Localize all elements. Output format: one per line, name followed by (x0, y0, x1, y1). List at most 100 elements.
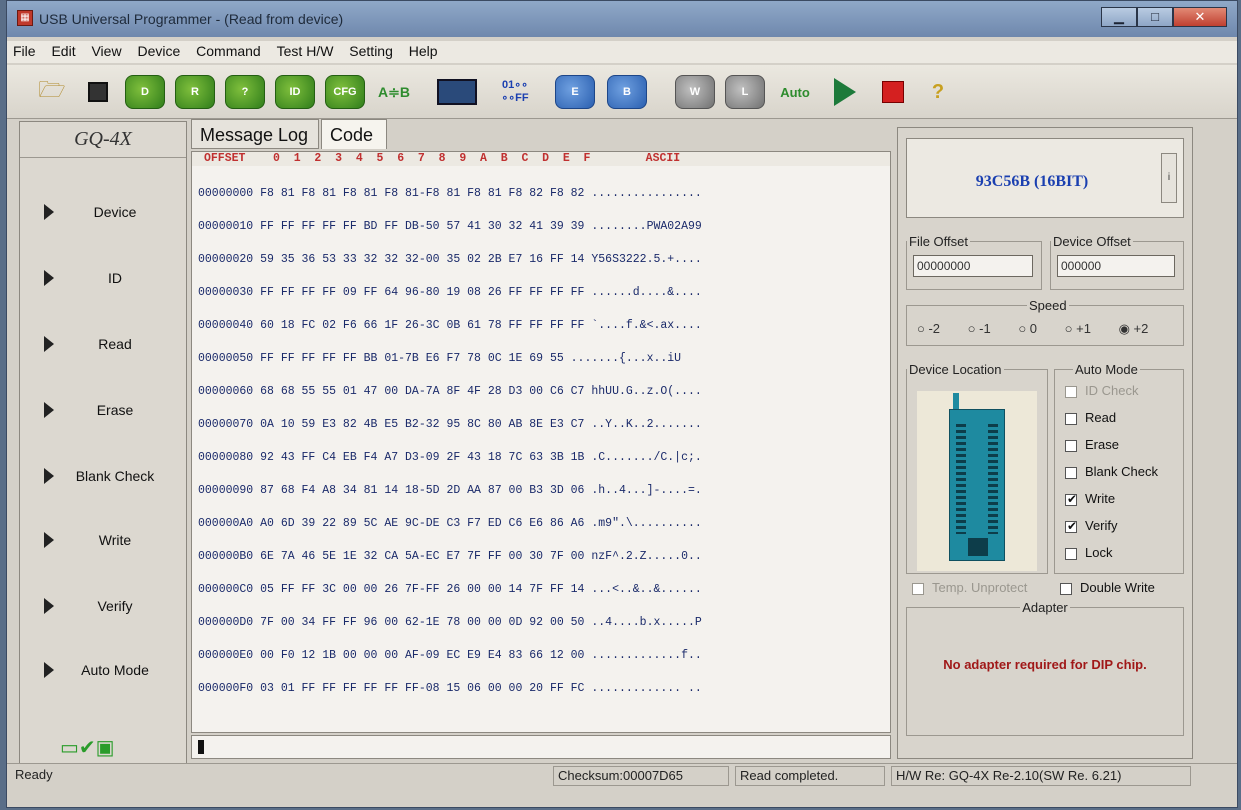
auto-erase-checkbox[interactable]: Erase (1065, 437, 1119, 452)
speed-options: ○ -2 ○ -1 ○ 0 ○ +1 ◉ +2 (917, 321, 1172, 337)
auto-blank-check-checkbox[interactable]: Blank Check (1065, 464, 1158, 479)
arrow-right-icon (44, 598, 54, 614)
auto-read-checkbox[interactable]: Read (1065, 410, 1116, 425)
run-button[interactable] (827, 73, 863, 111)
erase-button[interactable]: E (555, 73, 595, 111)
hex-view[interactable]: OFFSET 0 1 2 3 4 5 6 7 8 9 A B C D E F A… (191, 151, 891, 733)
adapter-label: Adapter (1022, 600, 1068, 615)
sidebar-item-auto-mode[interactable]: Auto Mode (20, 650, 186, 690)
sidebar-item-read[interactable]: Read (20, 324, 186, 364)
checkbox-label: Double Write (1080, 580, 1155, 595)
read-button[interactable]: R (175, 73, 215, 111)
check-icon: ✔ (1067, 518, 1078, 533)
speed-group: Speed ○ -2 ○ -1 ○ 0 ○ +1 ◉ +2 (906, 298, 1184, 346)
status-ready: Ready (15, 767, 53, 782)
compare-button[interactable]: A≑B (371, 73, 417, 111)
speed-radio-0[interactable]: ○ 0 (1018, 321, 1049, 336)
device-offset-group: Device Offset 000000 (1050, 234, 1184, 290)
arrow-right-icon (44, 662, 54, 678)
hex-row: 000000C0 05 FF FF 3C 00 00 26 7F-FF 26 0… (198, 583, 702, 596)
hex-row: 00000000 F8 81 F8 81 F8 81 F8 81-F8 81 F… (198, 187, 702, 200)
tab-message-log[interactable]: Message Log (191, 119, 319, 149)
auto-lock-checkbox[interactable]: Lock (1065, 545, 1112, 560)
checkbox-box (912, 582, 924, 595)
maximize-button[interactable]: □ (1137, 7, 1173, 27)
menu-test-hw[interactable]: Test H/W (271, 41, 340, 61)
auto-write-checkbox[interactable]: ✔ Write (1065, 491, 1115, 506)
hex-dump: 00000000 F8 81 F8 81 F8 81 F8 81-F8 81 F… (198, 166, 702, 716)
zif-socket-image (917, 391, 1037, 571)
double-write-checkbox[interactable]: Double Write (1060, 580, 1155, 595)
floppy-icon (88, 82, 108, 102)
speed-radio-minus1[interactable]: ○ -1 (968, 321, 1003, 336)
checkbox-label: Temp. Unprotect (932, 580, 1028, 595)
file-offset-field[interactable]: 00000000 (913, 255, 1033, 277)
speed-radio-plus2[interactable]: ◉ +2 (1119, 321, 1161, 336)
checkbox-label: Write (1085, 491, 1116, 506)
menu-edit[interactable]: Edit (45, 41, 81, 61)
sidebar-item-blank-check[interactable]: Blank Check (20, 456, 186, 496)
chip-icon: D (125, 75, 165, 109)
toolbar: 🗁 D R ? ID CFG A≑B 01∘∘ ∘∘FF E B W L Aut… (7, 65, 1237, 119)
read-id-button[interactable]: ID (275, 73, 315, 111)
sidebar-item-write[interactable]: Write (20, 520, 186, 560)
auto-verify-checkbox[interactable]: ✔ Verify (1065, 518, 1118, 533)
sidebar-item-label: Erase (96, 402, 134, 418)
check-icon: ✔ (1067, 491, 1078, 506)
keyboard-icon (437, 79, 477, 105)
checkbox-label: ID Check (1085, 383, 1139, 398)
blank-check-button[interactable]: B (607, 73, 647, 111)
config-button[interactable]: CFG (325, 73, 365, 111)
speed-radio-minus2[interactable]: ○ -2 (917, 321, 952, 336)
sidebar-item-id[interactable]: ID (20, 258, 186, 298)
sidebar-item-device[interactable]: Device (20, 192, 186, 232)
sidebar-item-label: Blank Check (75, 468, 155, 484)
lock-button[interactable]: L (725, 73, 765, 111)
chip-icon: R (175, 75, 215, 109)
stop-icon (882, 81, 904, 103)
speed-radio-plus1[interactable]: ○ +1 (1065, 321, 1103, 336)
chip-icon: W (675, 75, 715, 109)
hex-row: 000000A0 A0 6D 39 22 89 5C AE 9C-DE C3 F… (198, 517, 702, 530)
menu-file[interactable]: File (7, 41, 42, 61)
app-window: ▦ USB Universal Programmer - (Read from … (6, 0, 1238, 808)
tab-code[interactable]: Code (321, 119, 387, 149)
close-button[interactable]: ✕ (1173, 7, 1227, 27)
checkbox-box (1065, 412, 1077, 425)
device-name-box: 93C56B (16BIT) i (906, 138, 1184, 218)
menu-view[interactable]: View (85, 41, 127, 61)
menu-device[interactable]: Device (131, 41, 186, 61)
help-button[interactable]: ? (923, 73, 953, 111)
adapter-group: Adapter No adapter required for DIP chip… (906, 600, 1184, 736)
adapter-message: No adapter required for DIP chip. (943, 657, 1147, 672)
menu-command[interactable]: Command (190, 41, 267, 61)
hex-editor-button[interactable] (435, 73, 479, 111)
sidebar-item-erase[interactable]: Erase (20, 390, 186, 430)
sidebar-item-verify[interactable]: Verify (20, 586, 186, 626)
auto-id-check-checkbox[interactable]: ID Check (1065, 383, 1138, 398)
chip-icon: ID (275, 75, 315, 109)
device-info-button[interactable]: i (1161, 153, 1177, 203)
speed-label: Speed (1029, 298, 1067, 313)
stop-button[interactable] (875, 73, 911, 111)
menu-help[interactable]: Help (403, 41, 444, 61)
open-file-button[interactable]: 🗁 (35, 73, 69, 111)
save-button[interactable] (81, 73, 115, 111)
menu-setting[interactable]: Setting (343, 41, 399, 61)
temp-unprotect-checkbox[interactable]: Temp. Unprotect (912, 580, 1027, 595)
command-input[interactable] (191, 735, 891, 759)
programmer-model: GQ-4X (20, 122, 186, 158)
verify-button[interactable]: ? (225, 73, 265, 111)
minimize-button[interactable]: ▁ (1101, 7, 1137, 27)
chip-icon: CFG (325, 75, 365, 109)
auto-button[interactable]: Auto (775, 73, 815, 111)
fill-button[interactable]: 01∘∘ ∘∘FF (489, 73, 541, 111)
title-bar[interactable]: ▦ USB Universal Programmer - (Read from … (7, 1, 1237, 37)
arrow-right-icon (44, 468, 54, 484)
hex-row: 00000050 FF FF FF FF FF BB 01-7B E6 F7 7… (198, 352, 682, 365)
device-offset-field[interactable]: 000000 (1057, 255, 1175, 277)
write-button[interactable]: W (675, 73, 715, 111)
select-device-button[interactable]: D (125, 73, 165, 111)
hex-row: 00000070 0A 10 59 E3 82 4B E5 B2-32 95 8… (198, 418, 702, 431)
socket-pins-left (956, 424, 966, 534)
